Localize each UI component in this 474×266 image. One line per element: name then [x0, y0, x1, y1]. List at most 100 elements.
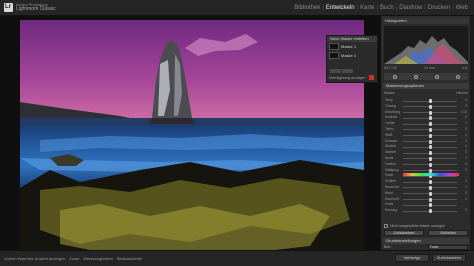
slider-knob[interactable] [428, 139, 432, 144]
slider-value: 0 [465, 155, 467, 160]
slider-label: Farbe [385, 202, 394, 207]
slider-knob[interactable] [428, 185, 432, 190]
slider-knob[interactable] [428, 116, 432, 121]
slider-knob[interactable] [428, 168, 432, 173]
crop-tool-icon[interactable] [392, 74, 397, 79]
slider-knob[interactable] [428, 180, 432, 185]
meta-focal: 24 mm [424, 66, 435, 70]
slider-value: 0 [465, 144, 467, 149]
slider-value: 0 [465, 167, 467, 172]
zoom-control[interactable]: Zoom [69, 256, 79, 262]
slider-value: 0 [465, 115, 467, 120]
slider-knob[interactable] [428, 156, 432, 161]
slider-value: 0 [465, 103, 467, 108]
module-drucken[interactable]: Drucken [428, 4, 450, 12]
previous-button[interactable]: Vorherige [395, 254, 429, 262]
mask-label: Maske 1 [341, 44, 357, 49]
mask-sub-label: Maske 1 [341, 53, 357, 58]
slider-knob[interactable] [428, 145, 432, 150]
crop-indicator[interactable]: Bildausschnitt [117, 256, 142, 262]
mask-tool-icon[interactable] [455, 74, 460, 79]
module-buch[interactable]: Buch [380, 4, 394, 12]
meta-aperture: f/11 [462, 66, 468, 70]
bottom-toolbar: Vorher-/Nachher-Ansicht anzeigen Zoom We… [0, 250, 474, 266]
redeye-tool-icon[interactable] [434, 74, 439, 79]
slider-label: Struktur [385, 144, 397, 149]
mask-subtract-button[interactable] [342, 69, 353, 73]
toolbar-toggle[interactable]: Werkzeugleisten [83, 256, 113, 262]
slider-label: Tönung [385, 103, 396, 108]
slider-label: Schwarz [385, 138, 398, 143]
top-bar: Adobe Photoshop Lightroom Classic Biblio… [0, 0, 474, 16]
slider-label: Rand entf. [385, 196, 400, 201]
slider-knob[interactable] [428, 197, 432, 202]
meta-iso: ISO 100 [384, 66, 397, 70]
slider-knob[interactable] [428, 133, 432, 138]
mask-sub-row[interactable]: Maske 1 [327, 51, 377, 60]
show-unselected-label: Nicht ausgewählte Maske anzeigen [390, 223, 446, 228]
slider-knob[interactable] [428, 191, 432, 196]
treatment-label: Beh.: [384, 245, 393, 249]
masking-panel-title[interactable]: Maskierungsoptionen [383, 83, 469, 89]
module-web[interactable]: Web [456, 4, 468, 12]
show-unselected-mask-row[interactable]: Nicht ausgewählte Maske anzeigen [384, 223, 468, 228]
module-picker: Bibliothek | Entwickeln | Karte | Buch | Dia… [294, 4, 468, 12]
slider-knob[interactable] [428, 162, 432, 167]
histogram-meta: ISO 100 24 mm f/11 [384, 66, 468, 71]
slider-value: 0 [465, 98, 467, 102]
adjustment-sliders: Temp 0 Tönung 0 Belichtung 0,00 Kontrast 0 Licht… [385, 98, 467, 214]
slider-value: 0 [465, 126, 467, 131]
mask-add-button[interactable] [330, 69, 341, 73]
slider-row[interactable]: Körnung 0 [385, 208, 467, 214]
close-mask-button[interactable]: Schließen [428, 230, 468, 236]
slider-label: Tiefen [385, 126, 394, 131]
slider-value: 0 [465, 184, 467, 189]
slider-label: Dunst [385, 155, 394, 160]
slider-label: Schärfe [385, 179, 396, 184]
slider-label: Körnung [385, 208, 398, 213]
slider-knob[interactable] [428, 203, 432, 208]
slider-knob[interactable] [428, 110, 432, 115]
slider-knob[interactable] [428, 122, 432, 127]
slider-knob[interactable] [428, 151, 432, 156]
histogram-title[interactable]: Histogramm [383, 18, 469, 24]
bottom-left-items: Vorher-/Nachher-Ansicht anzeigen Zoom We… [4, 256, 146, 262]
slider-knob[interactable] [428, 127, 432, 132]
module-bibliothek[interactable]: Bibliothek [294, 4, 320, 12]
slider-knob[interactable] [428, 104, 432, 109]
main-photo[interactable] [20, 20, 364, 263]
module-entwickeln[interactable]: Entwickeln [326, 4, 355, 12]
mask-type-label: Maske: [384, 91, 396, 95]
slider-label: Lichter [385, 121, 395, 126]
module-diashow[interactable]: Diashow [399, 4, 422, 12]
overlay-toggle[interactable]: Überlagerung anzeigen [329, 76, 365, 80]
brand-line-2: Lightroom Classic [16, 6, 56, 12]
mask-type-row: Maske: Himmel [384, 90, 468, 96]
slider-value: 0,00 [460, 109, 467, 114]
slider-label: Sättigung [385, 167, 399, 172]
reset-mask-button[interactable]: Zurücksetzen [384, 230, 424, 236]
module-karte[interactable]: Karte [360, 4, 374, 12]
heal-tool-icon[interactable] [413, 74, 418, 79]
slider-label: Klarheit [385, 150, 396, 155]
mask-type-value[interactable]: Himmel [456, 91, 468, 95]
slider-value: 0 [465, 132, 467, 137]
slider-label: Farbe [385, 173, 394, 178]
overlay-color-swatch[interactable] [369, 75, 374, 80]
before-after-toggle[interactable]: Vorher-/Nachher-Ansicht anzeigen [4, 256, 65, 262]
slider-label: Weiß [385, 132, 393, 137]
right-panel: Histogramm ISO 100 24 mm f/11 Maskierung… [380, 16, 470, 250]
lightroom-logo-icon [4, 3, 13, 12]
reset-button[interactable]: Zurücksetzen [432, 254, 466, 262]
bottom-right-buttons: Vorherige Zurücksetzen [392, 254, 466, 262]
slider-value: 0 [465, 121, 467, 126]
slider-label: Moiré [385, 190, 393, 195]
treatment-select[interactable]: Farbe [428, 244, 468, 250]
slider-knob[interactable] [428, 99, 432, 103]
mask-thumbnail [329, 43, 339, 50]
show-unselected-checkbox[interactable] [384, 223, 388, 228]
slider-knob[interactable] [428, 209, 432, 214]
mask-row[interactable]: Maske 1 [327, 42, 377, 51]
color-hue-bar[interactable] [403, 173, 459, 176]
slider-label: Rauschen [385, 184, 400, 189]
